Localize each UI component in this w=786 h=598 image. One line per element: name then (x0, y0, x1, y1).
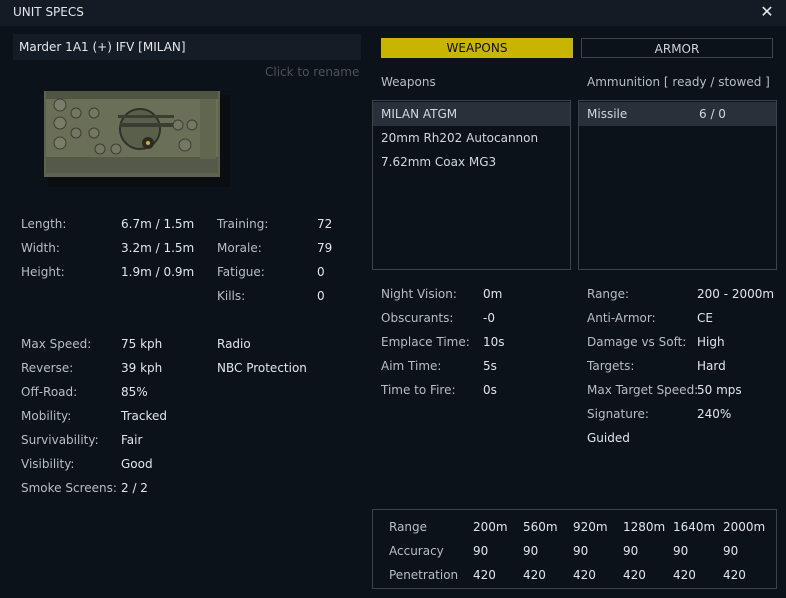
unit-name[interactable]: Marder 1A1 (+) IFV [MILAN] (19, 40, 186, 54)
survivability-label: Survivability: (21, 433, 99, 447)
range-label: Range: (587, 287, 630, 301)
guided-tag: Guided (587, 431, 630, 445)
height-value: 1.9m / 0.9m (121, 265, 195, 279)
mobility-label: Mobility: (21, 409, 72, 423)
visibility-value: Good (121, 457, 153, 471)
signature-label: Signature: (587, 407, 649, 421)
title-bar: UNIT SPECS ✕ (0, 0, 786, 26)
obscurants-value: -0 (483, 311, 495, 325)
max-speed-label: Max Speed: (21, 337, 92, 351)
accuracy-cell: 90 (723, 544, 739, 558)
unit-image (44, 91, 230, 187)
damage-vs-soft-value: High (697, 335, 725, 349)
off-road-label: Off-Road: (21, 385, 78, 399)
aim-time-label: Aim Time: (381, 359, 442, 373)
max-target-speed-label: Max Target Speed: (587, 383, 699, 397)
rename-hint: Click to rename (265, 65, 360, 79)
feature-radio: Radio (217, 337, 251, 351)
range-cell: 2000m (723, 520, 766, 534)
training-label: Training: (217, 217, 269, 231)
targets-label: Targets: (587, 359, 635, 373)
ammo-item-count: 6 / 0 (699, 107, 726, 121)
weapons-list: MILAN ATGM 20mm Rh202 Autocannon 7.62mm … (372, 100, 571, 270)
kills-label: Kills: (217, 289, 246, 303)
kills-value: 0 (317, 289, 325, 303)
penetration-row-label: Penetration (389, 568, 459, 582)
close-icon[interactable]: ✕ (758, 2, 776, 22)
weapon-item-label: 7.62mm Coax MG3 (381, 155, 497, 169)
tab-armor[interactable]: ARMOR (581, 38, 773, 58)
weapon-item-coax-mg[interactable]: 7.62mm Coax MG3 (373, 150, 570, 174)
weapon-item-autocannon[interactable]: 20mm Rh202 Autocannon (373, 126, 570, 150)
anti-armor-label: Anti-Armor: (587, 311, 656, 325)
fatigue-value: 0 (317, 265, 325, 279)
penetration-cell: 420 (623, 568, 646, 582)
damage-vs-soft-label: Damage vs Soft: (587, 335, 687, 349)
smoke-screens-label: Smoke Screens: (21, 481, 117, 495)
accuracy-cell: 90 (623, 544, 639, 558)
targets-value: Hard (697, 359, 726, 373)
smoke-screens-value: 2 / 2 (121, 481, 148, 495)
penetration-cell: 420 (473, 568, 496, 582)
range-cell: 560m (523, 520, 558, 534)
window-title: UNIT SPECS (13, 5, 84, 19)
unit-name-field[interactable]: Marder 1A1 (+) IFV [MILAN] (13, 34, 361, 60)
mobility-value: Tracked (121, 409, 167, 423)
length-label: Length: (21, 217, 67, 231)
weapon-item-label: MILAN ATGM (381, 107, 458, 121)
weapon-item-milan-atgm[interactable]: MILAN ATGM (373, 102, 570, 126)
training-value: 72 (317, 217, 333, 231)
morale-value: 79 (317, 241, 333, 255)
weapons-header: Weapons (381, 75, 436, 89)
reverse-label: Reverse: (21, 361, 74, 375)
morale-label: Morale: (217, 241, 262, 255)
accuracy-cell: 90 (673, 544, 689, 558)
weapon-item-label: 20mm Rh202 Autocannon (381, 131, 539, 145)
accuracy-cell: 90 (473, 544, 489, 558)
reverse-value: 39 kph (121, 361, 163, 375)
max-target-speed-value: 50 mps (697, 383, 742, 397)
emplace-time-label: Emplace Time: (381, 335, 470, 349)
fatigue-label: Fatigue: (217, 265, 265, 279)
night-vision-value: 0m (483, 287, 503, 301)
range-cell: 1280m (623, 520, 666, 534)
penetration-cell: 420 (573, 568, 596, 582)
time-to-fire-value: 0s (483, 383, 497, 397)
night-vision-label: Night Vision: (381, 287, 457, 301)
length-value: 6.7m / 1.5m (121, 217, 195, 231)
ammo-item-name: Missile (587, 107, 628, 121)
survivability-value: Fair (121, 433, 143, 447)
range-row-label: Range (389, 520, 428, 534)
max-speed-value: 75 kph (121, 337, 163, 351)
accuracy-cell: 90 (523, 544, 539, 558)
range-cell: 1640m (673, 520, 716, 534)
anti-armor-value: CE (697, 311, 713, 325)
ammo-item-missile[interactable]: Missile 6 / 0 (579, 102, 776, 126)
accuracy-row-label: Accuracy (389, 544, 444, 558)
penetration-cell: 420 (673, 568, 696, 582)
tab-weapons[interactable]: WEAPONS (381, 38, 573, 58)
range-value: 200 - 2000m (697, 287, 775, 301)
off-road-value: 85% (121, 385, 148, 399)
penetration-cell: 420 (523, 568, 546, 582)
width-label: Width: (21, 241, 60, 255)
feature-nbc-protection: NBC Protection (217, 361, 307, 375)
range-cell: 920m (573, 520, 608, 534)
aim-time-value: 5s (483, 359, 497, 373)
range-table: Range 200m 560m 920m 1280m 1640m 2000m A… (372, 509, 777, 589)
emplace-time-value: 10s (483, 335, 505, 349)
obscurants-label: Obscurants: (381, 311, 454, 325)
accuracy-cell: 90 (573, 544, 589, 558)
ammunition-header: Ammunition [ ready / stowed ] (587, 75, 770, 89)
penetration-cell: 420 (723, 568, 746, 582)
width-value: 3.2m / 1.5m (121, 241, 195, 255)
visibility-label: Visibility: (21, 457, 75, 471)
ammunition-list: Missile 6 / 0 (578, 100, 777, 270)
height-label: Height: (21, 265, 65, 279)
time-to-fire-label: Time to Fire: (381, 383, 456, 397)
range-cell: 200m (473, 520, 508, 534)
signature-value: 240% (697, 407, 732, 421)
